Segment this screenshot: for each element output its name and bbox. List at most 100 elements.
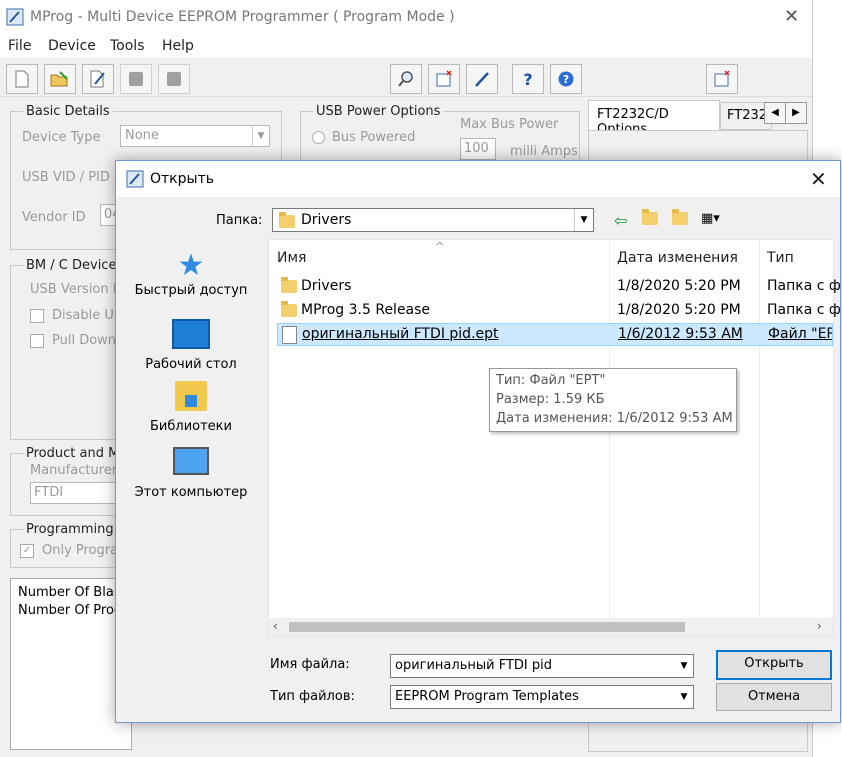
about-button[interactable]: ? [550, 64, 582, 94]
scrollbar-thumb[interactable] [289, 622, 685, 632]
dialog-title-bar: Открыть ✕ [116, 161, 840, 197]
tooltip-size: Размер: 1.59 КБ [496, 392, 605, 407]
filetype-value: EEPROM Program Templates [395, 689, 579, 704]
title-bar: MProg - Multi Device EEPROM Programmer (… [0, 0, 812, 34]
chevron-left-icon[interactable]: ‹ [273, 619, 278, 633]
new-window-icon [436, 70, 452, 87]
search-button[interactable] [390, 64, 422, 94]
help-icon: ? [523, 69, 533, 89]
bus-powered-radio[interactable] [312, 131, 325, 144]
stop-icon [167, 72, 181, 86]
back-icon[interactable]: ⇦ [614, 211, 627, 230]
program-button[interactable] [466, 64, 498, 94]
device-type-select[interactable]: None ▼ [120, 125, 270, 147]
column-date[interactable]: Дата изменения [617, 250, 738, 266]
tab-ft232-label: FT232 [727, 108, 768, 123]
new-device-button[interactable] [428, 64, 460, 94]
places-bar: ★ Быстрый доступ Рабочий стол Библиотеки… [132, 239, 250, 629]
filename-value: оригинальный FTDI pid [395, 658, 552, 673]
svg-text:?: ? [563, 73, 569, 86]
product-legend: Product and M [23, 446, 123, 461]
computer-icon [173, 447, 209, 475]
place-quick-access[interactable]: ★ Быстрый доступ [132, 249, 250, 299]
file-date: 1/8/2020 5:20 PM [617, 302, 741, 318]
stop-button-2[interactable] [158, 64, 190, 94]
menu-device[interactable]: Device [48, 38, 96, 54]
column-name[interactable]: Имя [277, 250, 306, 266]
close-icon[interactable]: ✕ [810, 167, 827, 191]
chevron-down-icon: ▼ [574, 209, 593, 231]
tab-ft2232cd-options[interactable]: FT2232C/D Options [588, 100, 720, 137]
file-row[interactable]: MProg 3.5 Release 1/8/2020 5:20 PM Папка… [277, 300, 841, 320]
view-menu-icon[interactable]: ▦▾ [701, 211, 720, 226]
tab-scroll-left[interactable]: ◀ [764, 102, 786, 124]
basic-details-legend: Basic Details [23, 104, 113, 119]
device-type-value: None [125, 128, 159, 143]
up-folder-button[interactable] [642, 209, 658, 225]
cancel-button[interactable]: Отмена [716, 683, 832, 711]
edit-icon [90, 70, 105, 88]
log-line-2: Number Of Prog [18, 603, 123, 618]
log-panel: Number Of Blan Number Of Prog [10, 578, 132, 750]
place-label: Библиотеки [150, 419, 232, 434]
horizontal-scrollbar[interactable]: ‹ › [269, 618, 833, 636]
file-type: Папка с ф [767, 302, 841, 318]
open-button[interactable] [44, 64, 76, 94]
usb-power-legend: USB Power Options [313, 104, 444, 119]
chevron-right-icon: ▶ [792, 107, 800, 118]
max-bus-power-value: 100 [464, 141, 489, 156]
stop-button[interactable] [120, 64, 152, 94]
only-program-label: Only Progra [42, 543, 119, 558]
app-icon [126, 170, 144, 188]
file-date: 1/8/2020 5:20 PM [617, 278, 741, 294]
edit-button[interactable] [82, 64, 114, 94]
wand-icon [475, 72, 489, 87]
menu-tools[interactable]: Tools [110, 38, 145, 54]
new-window-icon [714, 70, 730, 87]
column-type[interactable]: Тип [767, 250, 794, 266]
place-libraries[interactable]: Библиотеки [132, 381, 250, 434]
bus-powered-label: Bus Powered [332, 130, 416, 145]
max-bus-power-input[interactable]: 100 [460, 138, 496, 160]
disable-usb-checkbox[interactable] [30, 309, 44, 323]
log-line-1: Number Of Blan [18, 585, 123, 600]
open-file-dialog: Открыть ✕ Папка: Drivers ▼ ⇦ ▦▾ ★ Быстры… [115, 160, 841, 723]
menu-help[interactable]: Help [162, 38, 194, 54]
up-folder-icon [642, 209, 658, 225]
tab-scroll-right[interactable]: ▶ [785, 102, 807, 124]
column-divider [759, 240, 760, 620]
place-this-pc[interactable]: Этот компьютер [132, 447, 250, 500]
file-name: MProg 3.5 Release [301, 302, 431, 318]
sort-up-icon: ^ [435, 240, 445, 253]
place-desktop[interactable]: Рабочий стол [132, 319, 250, 372]
open-button[interactable]: Открыть [716, 650, 832, 680]
only-program-checkbox[interactable]: ✓ [20, 544, 34, 558]
filename-input[interactable]: оригинальный FTDI pid ▼ [390, 654, 694, 678]
product-group: Product and M [10, 446, 132, 516]
folder-select[interactable]: Drivers ▼ [272, 208, 594, 232]
chevron-right-icon[interactable]: › [817, 619, 822, 633]
file-row-selected[interactable]: оригинальный FTDI pid.ept 1/6/2012 9:53 … [277, 323, 833, 346]
help-button[interactable]: ? [512, 64, 544, 94]
menu-file[interactable]: File [8, 38, 31, 54]
file-tooltip: Тип: Файл "EPT" Размер: 1.59 КБ Дата изм… [489, 368, 737, 432]
tooltip-date: Дата изменения: 1/6/2012 9:53 AM [496, 411, 733, 426]
close-icon[interactable]: ✕ [784, 6, 799, 27]
file-name: Drivers [301, 278, 352, 294]
filetype-select[interactable]: EEPROM Program Templates ▼ [390, 685, 694, 709]
file-row[interactable]: Drivers 1/8/2020 5:20 PM Папка с ф [277, 276, 841, 296]
bm-c-device-legend: BM / C Device [23, 258, 120, 273]
new-folder-button[interactable] [672, 209, 688, 225]
filetype-label: Тип файлов: [270, 689, 355, 704]
manufacturer-input[interactable]: FTDI [30, 482, 122, 504]
window-title: MProg - Multi Device EEPROM Programmer (… [30, 9, 455, 25]
manufacturer-value: FTDI [34, 485, 64, 500]
pull-down-label: Pull Down [52, 333, 117, 348]
about-icon: ? [558, 71, 574, 87]
new-window-button[interactable] [706, 64, 738, 94]
search-icon [398, 71, 413, 87]
pull-down-checkbox[interactable] [30, 334, 44, 348]
place-label: Рабочий стол [145, 357, 237, 372]
open-icon [50, 71, 68, 87]
new-button[interactable] [6, 64, 38, 94]
